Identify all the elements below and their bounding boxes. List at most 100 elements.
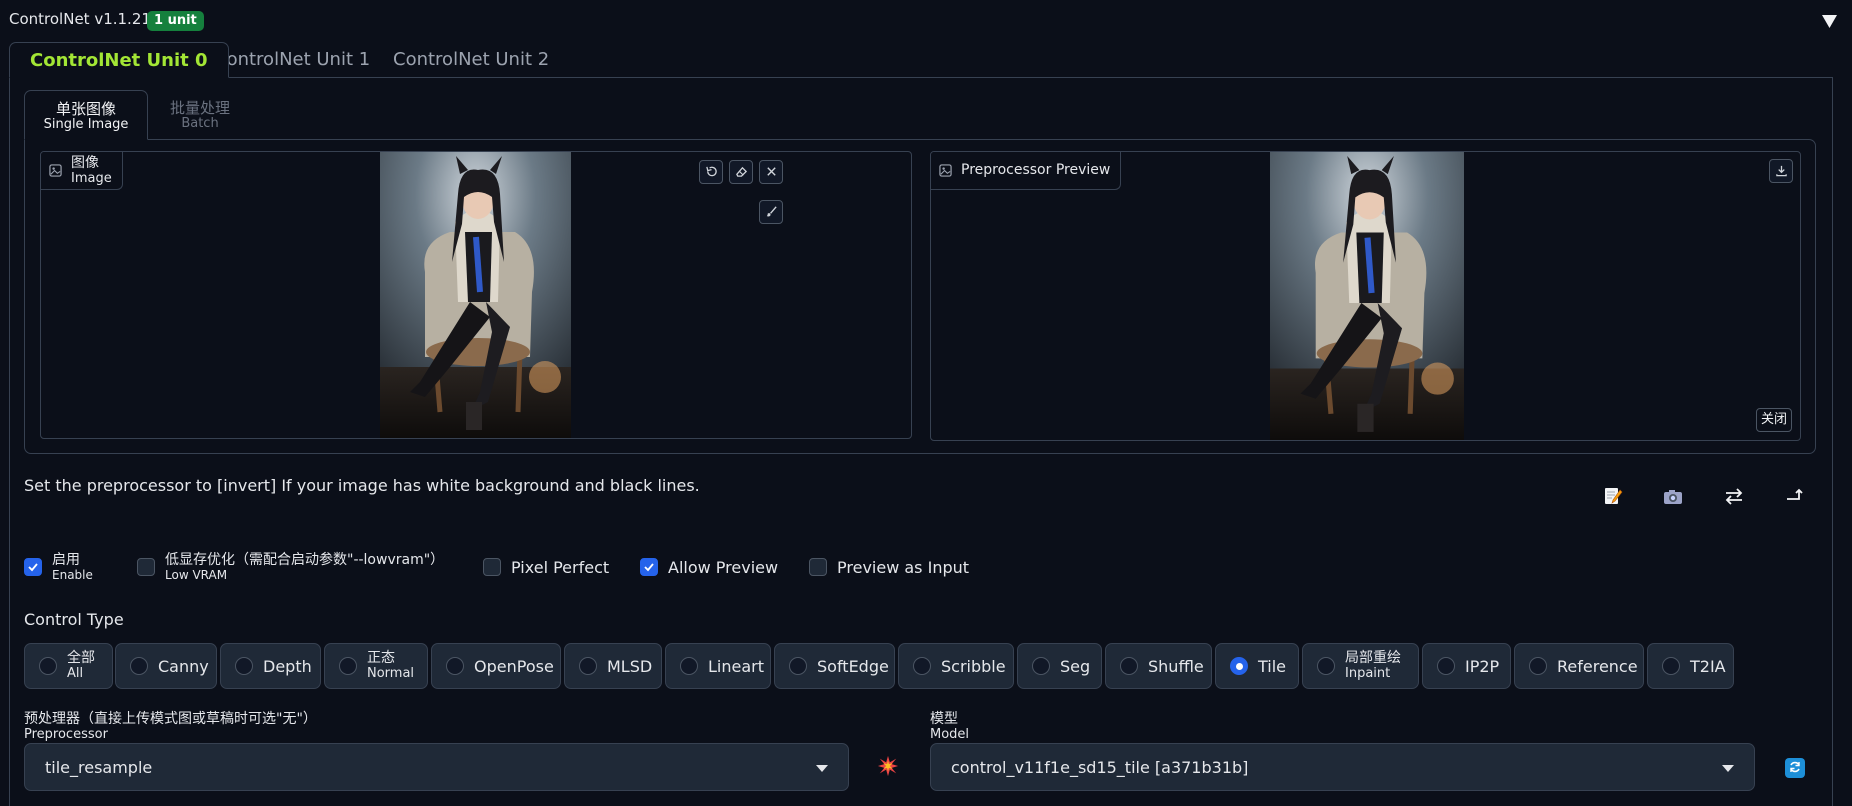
ct-shuffle-label: Shuffle — [1148, 656, 1204, 676]
model-dropdown[interactable]: control_v11f1e_sd15_tile [a371b31b] — [930, 743, 1755, 791]
control-type-mlsd[interactable]: MLSD — [564, 643, 662, 689]
control-type-reference[interactable]: Reference — [1514, 643, 1644, 689]
preview-as-input-label: Preview as Input — [837, 557, 970, 577]
ct-tile-label: Tile — [1258, 656, 1287, 676]
undo-button[interactable] — [699, 160, 723, 184]
radio-unselected — [1120, 657, 1138, 675]
ct-scribble-label: Scribble — [941, 656, 1006, 676]
control-type-normal[interactable]: 正态 Normal — [324, 643, 428, 689]
preprocessor-preview-canvas: Preprocessor Preview 关闭 — [930, 151, 1801, 441]
refresh-models-button[interactable] — [1785, 758, 1805, 778]
invert-hint: Set the preprocessor to [invert] If your… — [24, 476, 700, 495]
tab-controlnet-unit-0[interactable]: ControlNet Unit 0 — [9, 42, 229, 78]
enable-checkbox[interactable]: 启用 Enable — [24, 550, 93, 584]
pixel-perfect-label: Pixel Perfect — [511, 557, 610, 577]
ct-inpaint-en: Inpaint — [1345, 666, 1391, 681]
download-icon — [1775, 162, 1788, 181]
allow-preview-checkbox[interactable]: Allow Preview — [640, 550, 778, 584]
low-vram-label-en: Low VRAM — [165, 567, 228, 582]
ct-all-en: All — [67, 666, 84, 681]
preview-label: Preprocessor Preview — [931, 152, 1122, 190]
refresh-icon — [1788, 759, 1802, 778]
enable-label-en: Enable — [52, 567, 93, 582]
swap-icon — [1723, 485, 1745, 511]
tab-single-image[interactable]: 单张图像 Single Image — [24, 90, 148, 140]
checkbox-unchecked — [809, 558, 827, 576]
control-type-canny[interactable]: Canny — [115, 643, 217, 689]
control-type-lineart[interactable]: Lineart — [665, 643, 771, 689]
control-type-inpaint[interactable]: 局部重绘 Inpaint — [1302, 643, 1419, 689]
tab-batch-en: Batch — [181, 116, 219, 131]
control-type-openpose[interactable]: OpenPose — [431, 643, 561, 689]
tab-batch[interactable]: 批量处理 Batch — [158, 90, 242, 140]
control-type-shuffle[interactable]: Shuffle — [1105, 643, 1212, 689]
ct-mlsd-label: MLSD — [607, 656, 653, 676]
edit-icon — [1602, 485, 1624, 511]
dropdown-arrow-icon — [1722, 758, 1734, 777]
close-icon — [765, 163, 778, 182]
control-type-softedge[interactable]: SoftEdge — [774, 643, 895, 689]
radio-unselected — [39, 657, 57, 675]
ct-reference-label: Reference — [1557, 656, 1638, 676]
eraser-button[interactable] — [729, 160, 753, 184]
run-preprocessor-button[interactable] — [874, 755, 902, 780]
control-type-all[interactable]: 全部 All — [24, 643, 113, 689]
preprocessor-label: 预处理器（直接上传模式图或草稿时可选"无"） Preprocessor — [24, 711, 317, 743]
ct-depth-label: Depth — [263, 656, 312, 676]
close-preview-button[interactable]: 关闭 — [1755, 408, 1792, 432]
preprocessor-label-en: Preprocessor — [24, 727, 108, 742]
radio-unselected — [789, 657, 807, 675]
source-image-label-cn: 图像 — [71, 154, 99, 171]
tab-single-image-en: Single Image — [43, 117, 129, 132]
model-label-en: Model — [930, 727, 970, 742]
preprocessor-dropdown[interactable]: tile_resample — [24, 743, 849, 791]
radio-selected — [1230, 657, 1248, 675]
control-type-scribble[interactable]: Scribble — [898, 643, 1014, 689]
low-vram-checkbox[interactable]: 低显存优化（需配合启动参数"--lowvram"） Low VRAM — [137, 550, 444, 584]
clear-image-button[interactable] — [759, 160, 783, 184]
source-image-canvas[interactable]: 图像 Image — [40, 151, 912, 439]
download-button[interactable] — [1769, 159, 1793, 183]
low-vram-label-cn: 低显存优化（需配合启动参数"--lowvram"） — [165, 551, 445, 568]
source-image-label-en: Image — [71, 170, 112, 186]
unit-count-badge: 1 unit — [147, 11, 204, 31]
radio-unselected — [1662, 657, 1680, 675]
checkbox-checked — [640, 558, 658, 576]
edit-button[interactable] — [1597, 484, 1629, 512]
radio-unselected — [1437, 657, 1455, 675]
ct-normal-cn: 正态 — [367, 650, 395, 666]
ct-seg-label: Seg — [1060, 656, 1091, 676]
ct-canny-label: Canny — [158, 656, 209, 676]
ct-t2ia-label: T2IA — [1690, 656, 1726, 676]
controlnet-title: ControlNet v1.1.219 — [9, 10, 161, 28]
radio-unselected — [913, 657, 931, 675]
swap-button[interactable] — [1718, 484, 1750, 512]
preview-as-input-checkbox[interactable]: Preview as Input — [809, 550, 969, 584]
collapse-button[interactable] — [1818, 10, 1840, 34]
radio-unselected — [1032, 657, 1050, 675]
model-label-cn: 模型 — [930, 711, 958, 727]
brush-button[interactable] — [759, 200, 783, 224]
triangle-down-icon — [1821, 13, 1837, 32]
radio-unselected — [235, 657, 253, 675]
radio-unselected — [1317, 657, 1335, 675]
preprocessor-label-cn: 预处理器（直接上传模式图或草稿时可选"无"） — [24, 711, 317, 727]
camera-icon — [1662, 485, 1684, 511]
control-type-depth[interactable]: Depth — [220, 643, 321, 689]
eraser-icon — [735, 163, 748, 182]
send-dimensions-button[interactable] — [1779, 484, 1811, 512]
ct-softedge-label: SoftEdge — [817, 656, 889, 676]
camera-button[interactable] — [1657, 484, 1689, 512]
control-type-t2ia[interactable]: T2IA — [1647, 643, 1734, 689]
control-type-seg[interactable]: Seg — [1017, 643, 1102, 689]
radio-unselected — [680, 657, 698, 675]
source-photo — [380, 152, 571, 438]
tab-controlnet-unit-2[interactable]: ControlNet Unit 2 — [373, 42, 569, 78]
enable-label-cn: 启用 — [52, 551, 80, 568]
checkbox-checked — [24, 558, 42, 576]
send-dimensions-icon — [1784, 485, 1806, 511]
pixel-perfect-checkbox[interactable]: Pixel Perfect — [483, 550, 609, 584]
control-type-tile[interactable]: Tile — [1215, 643, 1299, 689]
control-type-ip2p[interactable]: IP2P — [1422, 643, 1511, 689]
radio-unselected — [1529, 657, 1547, 675]
